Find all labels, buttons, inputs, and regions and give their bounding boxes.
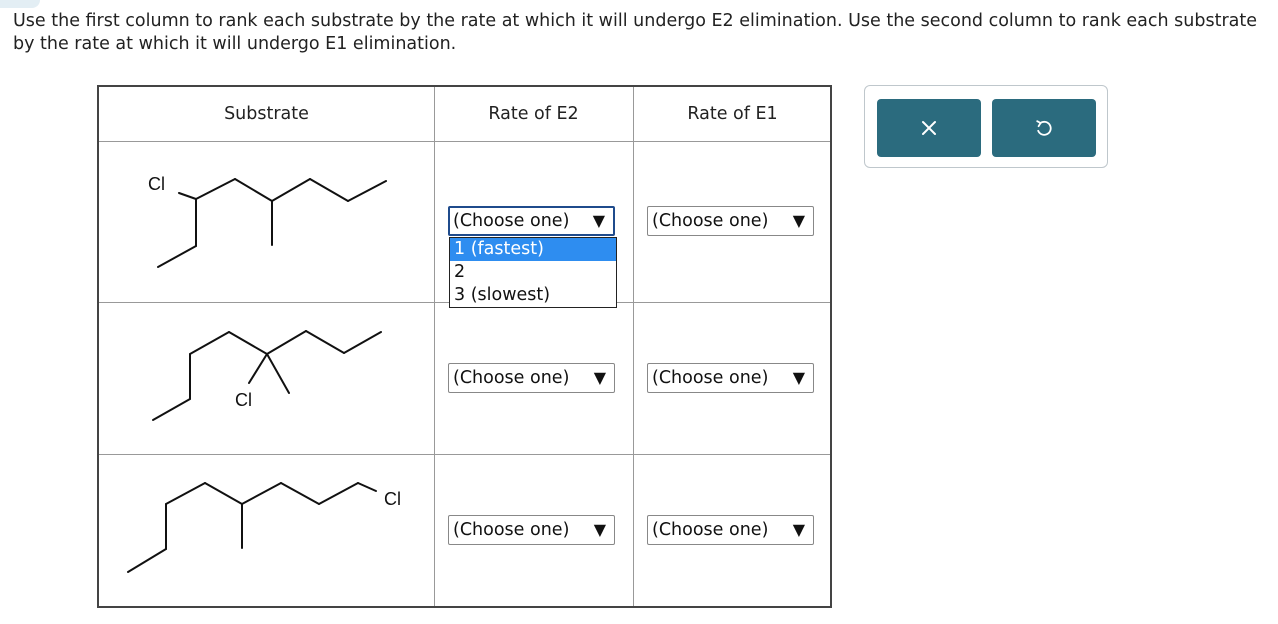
chlorine-label: Cl xyxy=(235,390,252,410)
e2-rank-select-row-3[interactable]: (Choose one) ▼ xyxy=(448,515,615,545)
top-left-tab xyxy=(0,0,40,8)
option-3-slowest[interactable]: 3 (slowest) xyxy=(450,284,616,307)
substrate-2-structure: Cl xyxy=(99,319,433,469)
e1-rank-select-row-2[interactable]: (Choose one) ▼ xyxy=(647,363,814,393)
option-1-fastest[interactable]: 1 (fastest) xyxy=(450,238,616,261)
undo-button[interactable] xyxy=(992,99,1096,157)
select-value: (Choose one) xyxy=(453,211,570,231)
dropdown-arrow-icon: ▼ xyxy=(592,211,605,230)
column-divider xyxy=(633,87,634,606)
dropdown-arrow-icon: ▼ xyxy=(792,211,805,230)
undo-icon xyxy=(1036,120,1052,136)
chlorine-label: Cl xyxy=(384,489,401,509)
dropdown-arrow-icon: ▼ xyxy=(593,368,606,387)
clear-button[interactable] xyxy=(877,99,981,157)
select-value: (Choose one) xyxy=(652,520,769,540)
header-rate-e1: Rate of E1 xyxy=(687,104,778,124)
e1-rank-select-row-1[interactable]: (Choose one) ▼ xyxy=(647,206,814,236)
dropdown-arrow-icon: ▼ xyxy=(593,520,606,539)
select-value: (Choose one) xyxy=(652,211,769,231)
option-2[interactable]: 2 xyxy=(450,261,616,284)
select-value: (Choose one) xyxy=(453,368,570,388)
close-icon xyxy=(922,121,936,135)
chlorine-label: Cl xyxy=(148,174,165,194)
substrate-1-structure: Cl xyxy=(99,159,433,309)
row-divider xyxy=(99,141,830,142)
e2-rank-options-list: 1 (fastest) 2 3 (slowest) xyxy=(449,237,617,308)
substrate-3-structure: Cl xyxy=(99,471,433,621)
header-rate-e2: Rate of E2 xyxy=(488,104,579,124)
select-value: (Choose one) xyxy=(652,368,769,388)
column-divider xyxy=(434,87,435,606)
select-value: (Choose one) xyxy=(453,520,570,540)
e2-rank-select-row-1[interactable]: (Choose one) ▼ xyxy=(448,206,615,236)
answer-tools-panel xyxy=(864,85,1108,168)
e2-rank-select-row-2[interactable]: (Choose one) ▼ xyxy=(448,363,615,393)
e1-rank-select-row-3[interactable]: (Choose one) ▼ xyxy=(647,515,814,545)
header-substrate: Substrate xyxy=(224,104,309,124)
dropdown-arrow-icon: ▼ xyxy=(792,368,805,387)
dropdown-arrow-icon: ▼ xyxy=(792,520,805,539)
question-prompt: Use the first column to rank each substr… xyxy=(13,11,1258,54)
